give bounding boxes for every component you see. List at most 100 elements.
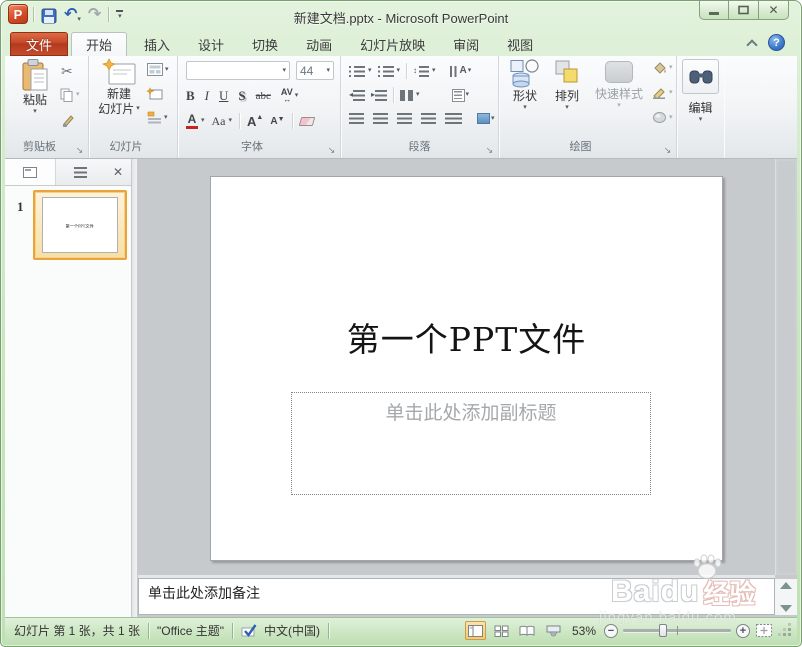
align-right-icon[interactable] bbox=[397, 113, 412, 124]
editing-menu-button[interactable]: 编辑 ▾ bbox=[677, 101, 724, 124]
decrease-indent-button[interactable]: ◂ bbox=[349, 89, 366, 101]
shape-fill-button[interactable]: ▾ bbox=[652, 61, 673, 74]
reading-view-button[interactable] bbox=[517, 621, 538, 640]
close-panel-button[interactable]: ✕ bbox=[105, 159, 131, 185]
tab-view[interactable]: 视图 bbox=[493, 32, 547, 56]
subtitle-placeholder[interactable]: 单击此处添加副标题 bbox=[291, 392, 651, 495]
numbering-icon[interactable] bbox=[377, 65, 394, 77]
language-indicator[interactable]: 中文(中国) bbox=[264, 622, 320, 639]
slide-sorter-view-button[interactable] bbox=[491, 621, 512, 640]
zoom-out-button[interactable]: − bbox=[604, 623, 618, 638]
justify-icon[interactable] bbox=[421, 113, 436, 124]
resize-grip[interactable] bbox=[780, 625, 792, 637]
tab-file[interactable]: 文件 bbox=[10, 32, 68, 56]
zoom-slider-thumb[interactable] bbox=[658, 624, 667, 637]
dialog-launcher-icon[interactable]: ↘ bbox=[662, 144, 673, 155]
quick-styles-button[interactable]: 快速样式 ▾ bbox=[589, 58, 649, 110]
font-size-value: 44 bbox=[300, 63, 314, 78]
restore-button[interactable] bbox=[729, 1, 759, 20]
dialog-launcher-icon[interactable]: ↘ bbox=[74, 144, 85, 155]
convert-smartart-button[interactable]: ▾ bbox=[477, 113, 495, 124]
font-name-combo[interactable]: ▾ bbox=[186, 61, 290, 80]
zoom-slider[interactable] bbox=[623, 624, 731, 637]
caret-icon: ▾ bbox=[669, 63, 673, 71]
dialog-launcher-icon[interactable]: ↘ bbox=[326, 144, 337, 155]
copy-button[interactable]: ▾ bbox=[60, 88, 80, 102]
panel-tabs: ✕ bbox=[5, 159, 131, 186]
shape-outline-button[interactable]: ▾ bbox=[652, 86, 673, 99]
tab-transitions[interactable]: 切换 bbox=[238, 32, 292, 56]
collapse-ribbon-icon[interactable] bbox=[746, 38, 758, 51]
align-left-icon[interactable] bbox=[349, 113, 364, 124]
redo-button[interactable]: ↷ bbox=[86, 4, 103, 24]
tab-slideshow[interactable]: 幻灯片放映 bbox=[346, 32, 439, 56]
columns-icon[interactable] bbox=[400, 89, 414, 101]
close-button[interactable]: ✕ bbox=[759, 1, 789, 20]
layout-button[interactable]: ▾ bbox=[147, 63, 169, 76]
theme-name[interactable]: "Office 主题" bbox=[157, 622, 224, 639]
slide-title-text[interactable]: 第一个PPT文件 bbox=[211, 313, 722, 361]
slide-thumbnail[interactable]: 第一个PPT文件 bbox=[33, 190, 127, 260]
clear-formatting-icon[interactable] bbox=[298, 116, 315, 126]
zoom-in-button[interactable]: + bbox=[736, 623, 750, 638]
shape-effects-button[interactable]: ▾ bbox=[652, 111, 673, 124]
align-center-icon[interactable] bbox=[373, 113, 388, 124]
increase-indent-button[interactable]: ▸ bbox=[371, 89, 388, 101]
dialog-launcher-icon[interactable]: ↘ bbox=[484, 144, 495, 155]
shapes-button[interactable]: 形状 ▾ bbox=[505, 58, 545, 112]
tab-home[interactable]: 开始 bbox=[71, 32, 128, 56]
strikethrough-button[interactable]: abc bbox=[256, 88, 271, 104]
minimize-button[interactable] bbox=[699, 1, 729, 20]
line-spacing-bars-icon[interactable] bbox=[419, 65, 430, 77]
tab-review[interactable]: 审阅 bbox=[439, 32, 493, 56]
vertical-scrollbar[interactable] bbox=[775, 159, 797, 575]
cut-button[interactable]: ✂ bbox=[61, 63, 73, 80]
slide-canvas[interactable]: 第一个PPT文件 单击此处添加副标题 bbox=[210, 176, 723, 561]
arrange-button[interactable]: 排列 ▾ bbox=[547, 58, 587, 112]
shrink-font-button[interactable]: A ▼ bbox=[270, 116, 284, 127]
text-direction-button[interactable]: A ▾ bbox=[449, 65, 471, 77]
outline-tab-icon bbox=[73, 166, 87, 178]
scroll-down-icon[interactable] bbox=[780, 605, 792, 612]
font-color-button[interactable]: A bbox=[186, 113, 198, 129]
change-case-button[interactable]: Aa bbox=[212, 113, 226, 129]
zoom-level[interactable]: 53% bbox=[572, 624, 596, 638]
underline-button[interactable]: U bbox=[219, 88, 228, 104]
powerpoint-app-icon[interactable]: P bbox=[8, 4, 28, 24]
save-button[interactable] bbox=[39, 4, 59, 24]
notes-pane[interactable]: 单击此处添加备注 bbox=[138, 578, 775, 615]
new-slide-button[interactable]: 新建 幻灯片 ▾ bbox=[95, 58, 143, 116]
format-painter-button[interactable] bbox=[61, 113, 75, 127]
tab-slides-thumbnails[interactable] bbox=[5, 159, 56, 185]
undo-button[interactable]: ↶ ▾ bbox=[62, 4, 83, 24]
group-editing: 编辑 ▾ bbox=[677, 56, 724, 158]
align-text-button[interactable]: ▾ bbox=[451, 88, 469, 102]
bold-button[interactable]: B bbox=[186, 88, 195, 104]
italic-button[interactable]: I bbox=[205, 88, 209, 104]
tab-design[interactable]: 设计 bbox=[184, 32, 238, 56]
paste-button[interactable]: 粘贴 ▾ bbox=[15, 58, 55, 116]
color-bar-icon bbox=[186, 125, 198, 129]
help-icon[interactable]: ? bbox=[768, 34, 785, 51]
bullets-icon[interactable] bbox=[349, 65, 365, 77]
slideshow-view-button[interactable] bbox=[543, 621, 564, 640]
fit-to-window-icon[interactable] bbox=[755, 623, 773, 638]
normal-view-button[interactable] bbox=[464, 621, 486, 640]
find-button[interactable] bbox=[682, 59, 719, 94]
spellcheck-icon[interactable] bbox=[241, 623, 258, 638]
scroll-up-icon[interactable] bbox=[780, 582, 792, 589]
customize-qat-button[interactable]: ▾ bbox=[114, 7, 125, 21]
grow-font-button[interactable]: A ▲ bbox=[247, 114, 263, 129]
reset-slide-button[interactable] bbox=[147, 87, 163, 101]
group-paragraph: ▾ ▾ ↕ ▾ A ▾ ◂ ▸ ▾ ▾ ▾ 段落 ↘ bbox=[341, 56, 499, 158]
text-shadow-button[interactable]: S bbox=[238, 88, 245, 104]
line-spacing-icon[interactable]: ↕ bbox=[413, 66, 417, 76]
tab-animations[interactable]: 动画 bbox=[292, 32, 346, 56]
font-size-combo[interactable]: 44 ▾ bbox=[296, 61, 334, 80]
section-button[interactable]: ▾ bbox=[147, 111, 168, 124]
tab-insert[interactable]: 插入 bbox=[130, 32, 184, 56]
character-spacing-button[interactable]: AV ↔ bbox=[281, 88, 293, 104]
scrollbar-thumb[interactable] bbox=[778, 161, 795, 573]
tab-outline[interactable] bbox=[56, 159, 106, 185]
distribute-icon[interactable] bbox=[445, 113, 462, 124]
